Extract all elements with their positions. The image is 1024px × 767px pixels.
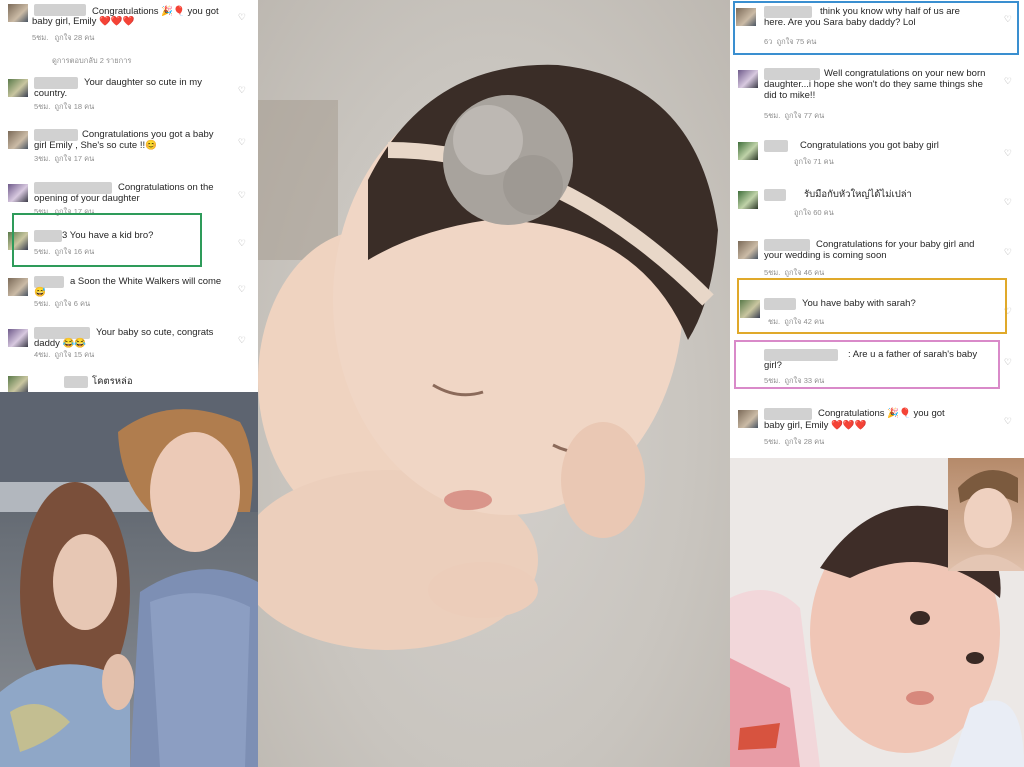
comment-text: Congratulations 🎉🎈 you got — [818, 408, 945, 419]
inset-photo — [948, 458, 1024, 571]
heart-outline-icon[interactable]: ♡ — [1004, 197, 1012, 208]
comment-item: Congratulations you got a baby girl Emil… — [0, 125, 258, 173]
avatar[interactable] — [738, 142, 758, 160]
avatar[interactable] — [8, 376, 28, 392]
avatar[interactable] — [8, 79, 28, 97]
comment-text: Your daughter so cute in my country. — [34, 77, 202, 99]
comment-item: Congratulations for your baby girl and y… — [730, 235, 1024, 283]
avatar[interactable] — [738, 241, 758, 259]
avatar[interactable] — [738, 191, 758, 209]
heart-outline-icon[interactable]: ♡ — [238, 137, 246, 148]
heart-outline-icon[interactable]: ♡ — [238, 12, 246, 23]
comment-item: รับมือกับหัวใหญ่ได้ไม่เปล่า ถูกใจ 60 คน … — [730, 185, 1024, 233]
comment-text: Congratulations for your baby girl and y… — [764, 239, 975, 261]
comment-text: Congratulations on the opening of your d… — [34, 182, 214, 204]
comment-text: โคตรหล่อ — [92, 376, 133, 387]
comment-meta: ถูกใจ 71 คน — [794, 157, 834, 166]
newborn-photo — [730, 458, 1024, 767]
blurred-username — [34, 4, 86, 16]
blurred-username — [764, 408, 812, 420]
avatar[interactable] — [738, 410, 758, 428]
comment-item: Your daughter so cute in my country. 5ชม… — [0, 73, 258, 121]
avatar[interactable] — [8, 184, 28, 202]
comment-item: a Soon the White Walkers will come 😅 5ชม… — [0, 272, 258, 320]
heart-outline-icon[interactable]: ♡ — [238, 335, 246, 346]
right-comment-panel: think you know why half of us are here. … — [730, 0, 1024, 458]
comment-text: Your baby so cute, congrats daddy 😂😂 — [34, 327, 214, 349]
heart-outline-icon[interactable]: ♡ — [238, 284, 246, 295]
avatar[interactable] — [8, 329, 28, 347]
highlight-box-pink — [734, 340, 1000, 389]
avatar[interactable] — [8, 4, 28, 22]
baby-illustration — [258, 64, 718, 650]
comment-item: Congratulations you got baby girl ถูกใจ … — [730, 136, 1024, 184]
heart-outline-icon[interactable]: ♡ — [238, 85, 246, 96]
heart-outline-icon[interactable]: ♡ — [238, 238, 246, 249]
comment-meta: ถูกใจ 60 คน — [794, 208, 834, 217]
highlight-box-yellow — [737, 278, 1007, 334]
comment-meta: 5ชม. ถูกใจ 77 คน — [764, 111, 825, 120]
sleeping-baby-photo — [258, 0, 730, 767]
avatar[interactable] — [8, 131, 28, 149]
heart-outline-icon[interactable]: ♡ — [1004, 357, 1012, 368]
couple-illustration — [0, 392, 258, 767]
view-replies-link[interactable]: ดูการตอบกลับ 2 รายการ — [52, 55, 131, 67]
comment-text: a Soon the White Walkers will come 😅 — [34, 276, 222, 298]
heart-outline-icon[interactable]: ♡ — [1004, 416, 1012, 427]
avatar[interactable] — [738, 70, 758, 88]
couple-photo — [0, 392, 258, 767]
blurred-username — [764, 140, 788, 152]
comment-item: Your baby so cute, congrats daddy 😂😂 4ชม… — [0, 323, 258, 371]
comment-meta: 5ชม. ถูกใจ 28 คน — [764, 437, 825, 446]
heart-outline-icon[interactable]: ♡ — [1004, 76, 1012, 87]
blurred-username — [764, 189, 786, 201]
comment-meta: 4ชม. ถูกใจ 15 คน — [34, 350, 95, 359]
comment-item: Congratulations 🎉🎈 you got baby girl, Em… — [730, 404, 1024, 452]
comment-item: Well congratulations on your new born da… — [730, 64, 1024, 120]
left-comment-panel: Congratulations 🎉🎈 you got baby girl, Em… — [0, 0, 258, 392]
comment-text: baby girl, Emily ❤️❤️❤️ — [764, 420, 867, 431]
heart-outline-icon[interactable]: ♡ — [238, 190, 246, 201]
comment-text: Well congratulations on your new born da… — [764, 68, 986, 101]
blurred-username — [64, 376, 88, 388]
comment-text: Congratulations you got baby girl — [800, 140, 939, 151]
comment-item: Congratulations 🎉🎈 you got baby girl, Em… — [0, 0, 258, 48]
heart-outline-icon[interactable]: ♡ — [1004, 247, 1012, 258]
comment-text: Congratulations you got a baby girl Emil… — [34, 129, 214, 151]
avatar[interactable] — [8, 278, 28, 296]
comment-text: baby girl, Emily ❤️❤️❤️ — [32, 16, 135, 27]
comment-meta: 5ชม. ถูกใจ 28 คน — [32, 33, 95, 42]
inset-face-illustration — [948, 470, 1024, 571]
comment-item: โคตรหล่อ — [0, 372, 258, 392]
comment-meta: 5ชม. ถูกใจ 6 คน — [34, 299, 91, 308]
comment-meta: 3ชม. ถูกใจ 17 คน — [34, 154, 95, 163]
highlight-box-blue — [733, 1, 1019, 55]
comment-meta: 5ชม. ถูกใจ 18 คน — [34, 102, 95, 111]
highlight-box-green — [12, 213, 202, 267]
comment-text: รับมือกับหัวใหญ่ได้ไม่เปล่า — [804, 189, 912, 200]
heart-outline-icon[interactable]: ♡ — [1004, 148, 1012, 159]
